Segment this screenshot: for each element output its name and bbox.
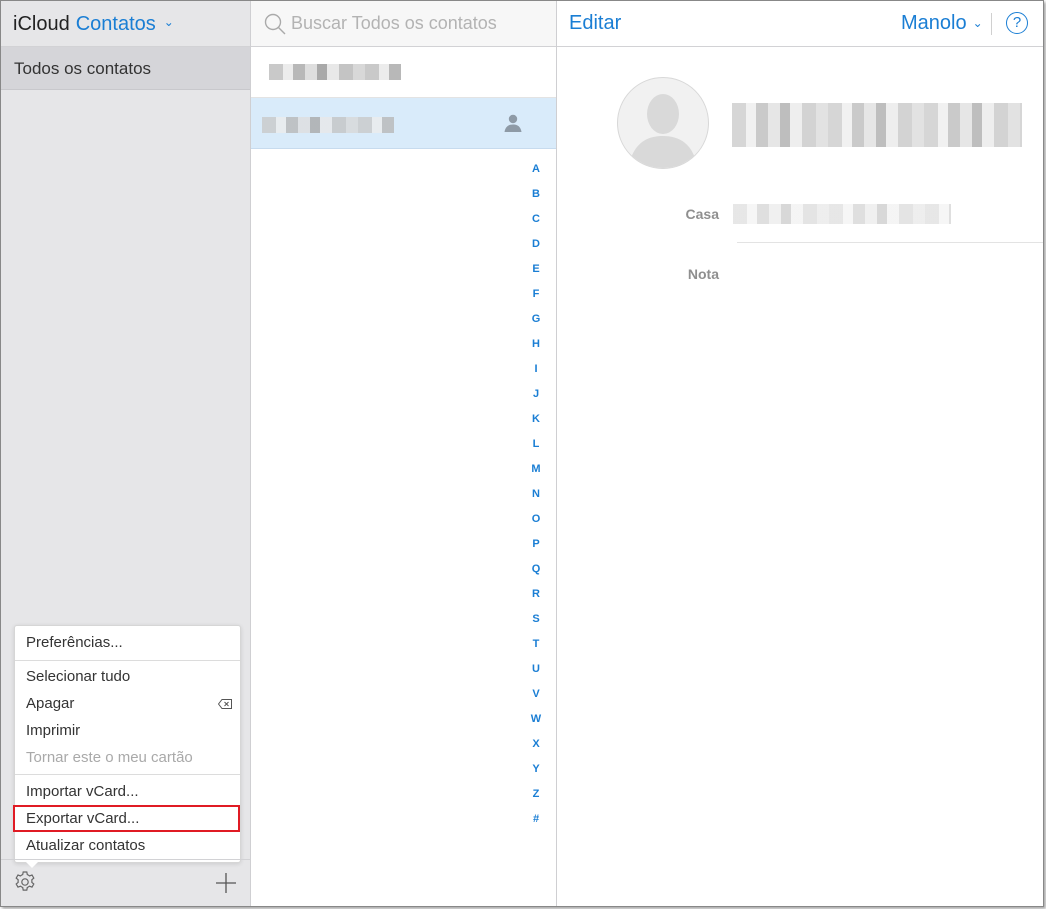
list-item-selected[interactable] (251, 98, 556, 149)
search-bar (251, 1, 556, 47)
help-button[interactable]: ? (1006, 12, 1028, 34)
alphabet-index-letter[interactable]: X (524, 736, 548, 761)
redacted-name (262, 117, 394, 133)
alphabet-index-letter[interactable]: L (524, 436, 548, 461)
chevron-down-icon: ⌄ (972, 16, 983, 30)
alphabet-index[interactable]: A B C D E F G H I J K L M N O P Q R S T U V W X Y Z # (524, 161, 548, 836)
alphabet-index-letter[interactable]: J (524, 386, 548, 411)
menu-item-import-vcard[interactable]: Importar vCard... (15, 779, 240, 805)
alphabet-index-letter[interactable]: N (524, 486, 548, 511)
chevron-down-icon[interactable]: ⌄ (164, 15, 174, 29)
divider (737, 242, 1043, 243)
alphabet-index-letter[interactable]: D (524, 236, 548, 261)
alphabet-index-letter[interactable]: G (524, 311, 548, 336)
menu-divider (15, 660, 240, 661)
alphabet-index-letter[interactable]: M (524, 461, 548, 486)
menu-item-refresh-contacts[interactable]: Atualizar contatos (15, 833, 240, 859)
menu-item-select-all[interactable]: Selecionar tudo (15, 664, 240, 690)
menu-divider (15, 774, 240, 775)
alphabet-index-letter[interactable]: # (524, 811, 548, 836)
sidebar-item-all-contacts[interactable]: Todos os contatos (1, 47, 250, 90)
menu-item-delete[interactable]: Apagar (15, 691, 240, 717)
redacted-name (269, 64, 401, 80)
add-contact-icon[interactable] (215, 872, 237, 894)
account-name: Manolo (901, 12, 967, 34)
menu-item-label: Apagar (26, 695, 75, 712)
alphabet-index-letter[interactable]: Z (524, 786, 548, 811)
alphabet-index-letter[interactable]: A (524, 161, 548, 186)
sidebar: iCloud Contatos ⌄ Todos os contatos Pref… (1, 1, 251, 906)
app-name[interactable]: Contatos (76, 13, 156, 36)
search-input[interactable] (291, 10, 546, 36)
detail-toolbar: Editar Manolo ⌄ ? (557, 1, 1043, 47)
person-silhouette-icon (628, 94, 698, 168)
app-window: iCloud Contatos ⌄ Todos os contatos Pref… (0, 0, 1044, 907)
alphabet-index-letter[interactable]: B (524, 186, 548, 211)
settings-menu: Preferências... Selecionar tudo Apagar I… (13, 625, 241, 868)
account-menu-button[interactable]: Manolo ⌄ (901, 12, 983, 35)
redacted-home-value (733, 204, 951, 224)
alphabet-index-letter[interactable]: R (524, 586, 548, 611)
edit-button[interactable]: Editar (569, 12, 621, 35)
redacted-contact-name (732, 103, 1022, 147)
field-label-home: Casa (685, 206, 719, 222)
menu-item-preferences[interactable]: Preferências... (15, 630, 240, 656)
alphabet-index-letter[interactable]: I (524, 361, 548, 386)
alphabet-index-letter[interactable]: V (524, 686, 548, 711)
alphabet-index-letter[interactable]: F (524, 286, 548, 311)
my-card-icon (504, 114, 522, 132)
contact-detail: Editar Manolo ⌄ ? Casa Nota (557, 1, 1043, 906)
app-header[interactable]: iCloud Contatos ⌄ (13, 12, 174, 36)
alphabet-index-letter[interactable]: U (524, 661, 548, 686)
contact-list: ABCDEFGHIJKLMNOPQRSTUVWXYZ# (251, 1, 557, 906)
alphabet-index-letter[interactable]: P (524, 536, 548, 561)
alphabet-index-letter[interactable]: S (524, 611, 548, 636)
alphabet-index-letter[interactable]: Y (524, 761, 548, 786)
search-icon (264, 13, 286, 35)
menu-item-make-my-card: Tornar este o meu cartão (26, 749, 193, 766)
alphabet-index-letter[interactable]: K (524, 411, 548, 436)
alphabet-index-letter[interactable]: Q (524, 561, 548, 586)
highlight-box (13, 805, 240, 832)
alphabet-index-letter[interactable]: W (524, 711, 548, 736)
alphabet-index-letter[interactable]: T (524, 636, 548, 661)
field-label-note: Nota (687, 266, 719, 282)
divider (991, 13, 992, 35)
brand-label: iCloud (13, 12, 70, 35)
sidebar-footer (1, 859, 250, 906)
gear-icon[interactable] (13, 870, 37, 894)
alphabet-index-letter[interactable]: O (524, 511, 548, 536)
menu-item-print[interactable]: Imprimir (15, 718, 240, 744)
list-item[interactable] (251, 47, 556, 98)
alphabet-index-letter[interactable]: H (524, 336, 548, 361)
delete-key-icon (218, 699, 232, 709)
alphabet-index-letter[interactable]: C (524, 211, 548, 236)
avatar (617, 77, 709, 169)
alphabet-index-letter[interactable]: E (524, 261, 548, 286)
